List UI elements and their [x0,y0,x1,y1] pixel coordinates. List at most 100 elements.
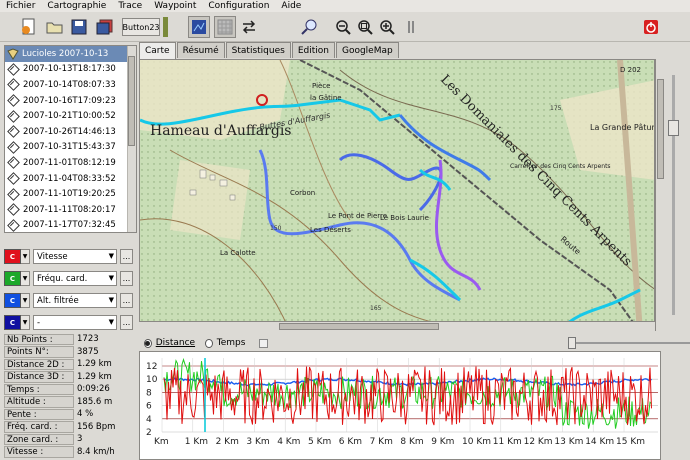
zoom-slider-track[interactable] [672,75,675,315]
menu-trace[interactable]: Trace [118,1,142,11]
tree-track-item[interactable]: 2007-10-21T10:00:52 [5,108,136,124]
stat-value: 1.29 km [77,371,112,382]
profile-x-tick: 10 Km [462,437,491,447]
color-dropdown-arrow[interactable]: ▼ [21,315,30,330]
tab-resume[interactable]: Résumé [176,42,225,58]
profile-x-tick: 15 Km [616,437,645,447]
zoom-in-button[interactable] [376,16,398,38]
swap-button[interactable] [238,16,260,38]
stat-label: Fréq. card. : [4,421,74,433]
stat-value: 1.29 km [77,359,112,370]
stat-value: 156 Bpm [77,421,116,432]
curve-color-swatch[interactable]: C [4,271,21,286]
tab-googlemap[interactable]: GoogleMap [335,42,399,58]
profile-zoom-knob[interactable] [567,337,576,349]
save-as-button[interactable] [94,16,116,38]
stat-row: Altitude :185.6 m [4,396,137,409]
curve-color-swatch[interactable]: C [4,315,21,330]
track-label: 2007-10-16T17:09:23 [23,95,116,106]
map-label-alt175: 175 [550,105,562,112]
curve-options-button[interactable]: ... [120,293,133,308]
curve-color-swatch[interactable]: C [4,293,21,308]
radio-distance[interactable] [144,338,152,348]
save-button[interactable] [68,16,90,38]
grid-view-button[interactable] [214,16,236,38]
track-tree[interactable]: Lucioles 2007-10-13 2007-10-13T18:17:30 2… [4,45,137,233]
tree-track-item[interactable]: 2007-10-14T08:07:33 [5,77,136,93]
track-label: 2007-10-31T15:43:37 [23,142,116,153]
open-folder-button[interactable] [44,16,66,38]
zoom-fit-button[interactable] [354,16,376,38]
zoom-slider-knob[interactable] [668,120,679,136]
curve-color-swatch[interactable]: C [4,249,21,264]
tab-statistiques[interactable]: Statistiques [225,42,291,58]
map-view-button[interactable] [188,16,210,38]
tree-track-item[interactable]: 2007-11-11T08:20:17 [5,202,136,218]
tree-scrollbar[interactable] [127,46,136,232]
map-canvas[interactable]: Hameau d'Auffargis Les Domaniales des Ci… [140,60,655,331]
find-point-button[interactable] [298,16,320,38]
tree-scroll-thumb[interactable] [128,56,135,146]
tree-track-item[interactable]: 2007-11-04T08:33:52 [5,171,136,187]
curve-type-combo[interactable]: Alt. filtrée ▼ [33,293,117,308]
curve-type-combo[interactable]: Fréqu. card. ▼ [33,271,117,286]
track-icon [7,156,20,170]
curve-type-combo[interactable]: Vitesse ▼ [33,249,117,264]
map-vscroll-thumb[interactable] [657,79,664,179]
tree-track-item[interactable]: 2007-10-16T17:09:23 [5,93,136,109]
track-icon [7,63,20,76]
map-hscroll-thumb[interactable] [279,323,439,330]
menu-configuration[interactable]: Configuration [208,1,269,11]
new-file-button[interactable] [18,16,40,38]
map-horizontal-scrollbar[interactable] [139,321,655,331]
profile-checkbox[interactable] [259,338,268,348]
curve-options-button[interactable]: ... [120,249,133,264]
zoom-fit-icon [358,20,373,35]
curve-type-combo[interactable]: - ▼ [33,315,117,330]
tab-edition[interactable]: Edition [291,42,335,58]
profile-x-tick: 3 Km [246,437,269,447]
curve-selector-row: C ▼ Fréqu. card. ▼... [4,270,134,287]
menu-fichier[interactable]: Fichier [6,1,35,11]
track-icon [7,187,20,201]
tree-track-item[interactable]: 2007-10-13T18:17:30 [5,62,136,78]
profile-zoom-slider[interactable] [567,337,690,349]
curve-type-value: Alt. filtrée [37,295,79,306]
quit-button[interactable] [640,16,662,38]
tree-track-item[interactable]: 2007-10-31T15:43:37 [5,140,136,156]
curve-type-value: Fréqu. card. [37,273,88,284]
tab-carte[interactable]: Carte [139,42,176,59]
stat-label: Distance 2D : [4,358,74,370]
tree-track-item[interactable]: 2007-10-26T14:46:13 [5,124,136,140]
color-dropdown-arrow[interactable]: ▼ [21,293,30,308]
profile-x-tick: 1 Km [185,437,208,447]
color-dropdown-arrow[interactable]: ▼ [21,271,30,286]
menu-waypoint[interactable]: Waypoint [154,1,196,11]
tree-track-item[interactable]: 2007-11-10T19:20:25 [5,186,136,202]
tree-track-item[interactable]: 2007-11-01T08:12:19 [5,155,136,171]
color-dropdown-arrow[interactable]: ▼ [21,249,30,264]
tree-track-item[interactable]: 2007-11-17T07:32:45 [5,218,136,232]
tree-root-item[interactable]: Lucioles 2007-10-13 [5,46,136,62]
floppy-icon [71,19,87,35]
track-icon [7,125,20,139]
menu-cartographie[interactable]: Cartographie [47,1,106,11]
button23[interactable]: Button23 [122,18,160,36]
curve-type-value: Vitesse [37,251,68,262]
chevron-down-icon: ▼ [108,296,114,304]
zoom-out-button[interactable] [332,16,354,38]
profile-chart[interactable]: 12 10 8 6 4 2 Km 1 Km 2 Km 3 Km 4 Km 5 Km 6 Km 7 Km 8 … [139,351,661,460]
menu-aide[interactable]: Aide [281,1,301,11]
radio-temps[interactable] [205,338,213,348]
map-vertical-scrollbar[interactable] [655,59,665,331]
track-icon [7,94,20,107]
topo-map[interactable]: Hameau d'Auffargis Les Domaniales des Ci… [139,59,655,331]
folder-icon [46,22,63,34]
profile-plot[interactable]: 12 10 8 6 4 2Km 1 Km 2 Km 3 Km 4 Km 5 Km 6 Km 7 Km 8 … [140,352,660,459]
track-label: 2007-11-11T08:20:17 [23,204,116,215]
toolbar-separator [406,16,416,38]
profile-x-tick: 4 Km [277,437,300,447]
curve-options-button[interactable]: ... [120,271,133,286]
curve-options-button[interactable]: ... [120,315,133,330]
chevron-down-icon: ▼ [108,274,114,282]
